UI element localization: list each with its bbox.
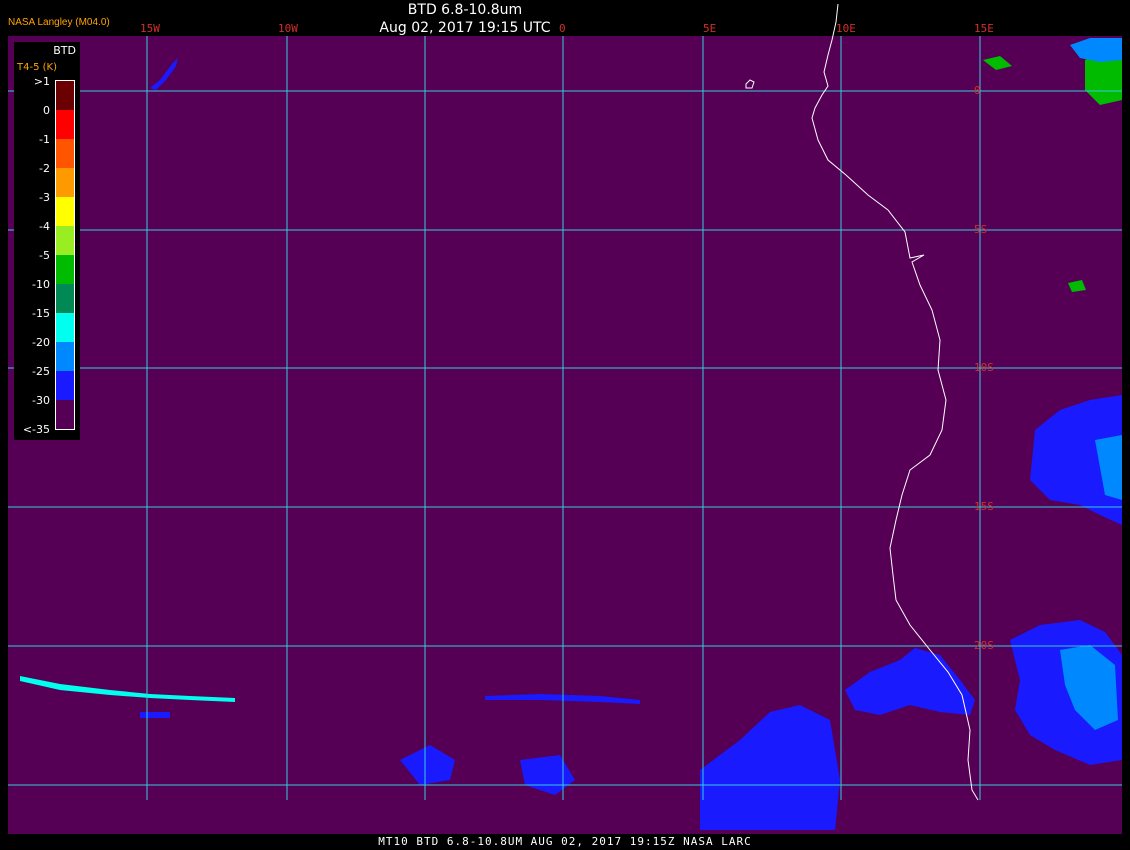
timestamp: Aug 02, 2017 19:15 UTC	[379, 20, 551, 36]
legend-title: BTD	[53, 44, 76, 57]
lon-label-15w: 15W	[140, 22, 160, 35]
legend-label: -25	[32, 365, 50, 378]
lon-label-10w: 10W	[278, 22, 298, 35]
legend-label: -1	[39, 133, 50, 146]
lat-label-5s: 5S	[974, 223, 988, 236]
legend-label: >1	[33, 75, 50, 88]
legend-label: -2	[39, 162, 50, 175]
lon-label-15e: 15E	[974, 22, 994, 35]
legend-label: -30	[32, 394, 50, 407]
satellite-map	[8, 3, 1122, 834]
legend-label: -15	[32, 307, 50, 320]
lon-label-10e: 10E	[836, 22, 856, 35]
legend-label: 0	[43, 104, 50, 117]
lon-label-0: 0	[559, 22, 566, 35]
lat-label-10s: 10S	[974, 361, 994, 374]
legend-label: -20	[32, 336, 50, 349]
lon-label-5e: 5E	[703, 22, 717, 35]
product-title: BTD 6.8-10.8um	[407, 2, 523, 18]
lat-label-20s: 20S	[974, 639, 994, 652]
color-legend: BTD T4-5 (K) >1 0 -1 -2 -3 -4 -5 -10 -15 -20 -25 -3…	[14, 42, 80, 440]
legend-label: <-35	[22, 423, 50, 436]
legend-label: -10	[32, 278, 50, 291]
legend-label: -3	[39, 191, 50, 204]
legend-label: -5	[39, 249, 50, 262]
lat-label-15s: 15S	[974, 500, 994, 513]
map-background	[8, 36, 1122, 834]
lat-label-0: 0	[974, 84, 981, 97]
cloud-west-streak-2	[140, 712, 170, 718]
legend-unit: T4-5 (K)	[17, 62, 57, 73]
legend-label: -4	[39, 220, 50, 233]
footer-caption: MT10 BTD 6.8-10.8UM AUG 02, 2017 19:15Z …	[378, 835, 752, 848]
organization-label: NASA Langley (M04.0)	[8, 17, 110, 28]
legend-frame	[55, 80, 75, 430]
